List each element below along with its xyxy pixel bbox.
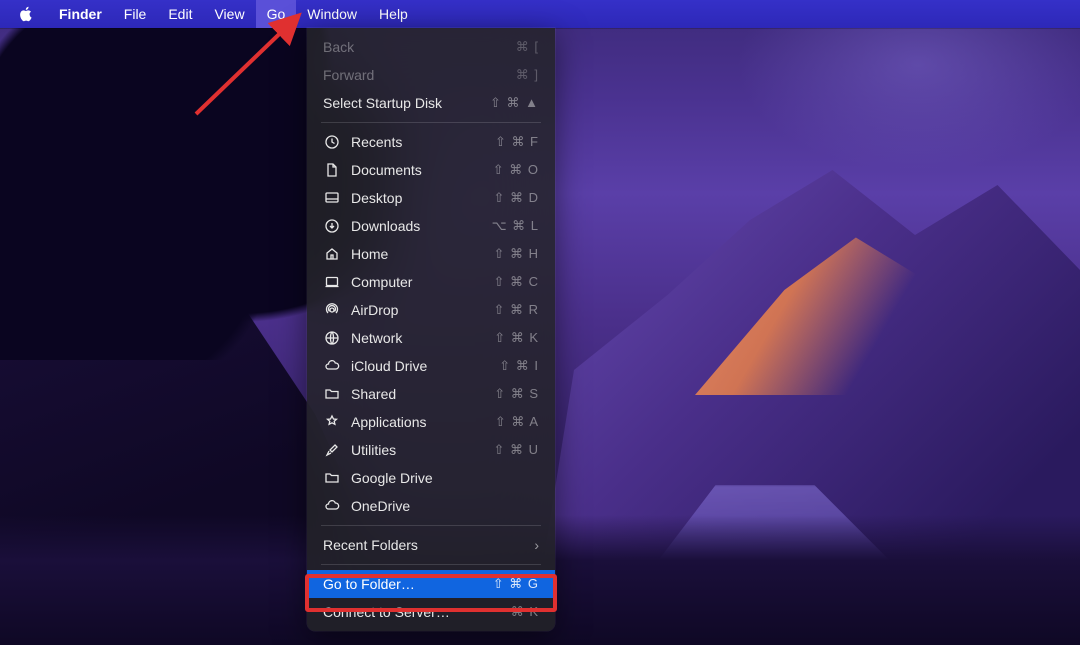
menubar-help[interactable]: Help [368, 0, 419, 28]
menu-shortcut: ⇧ ⌘ A [495, 414, 539, 430]
menu-shortcut: ⌥ ⌘ L [492, 218, 539, 234]
computer-icon [323, 273, 341, 291]
menu-applications[interactable]: Applications ⇧ ⌘ A [307, 408, 555, 436]
menu-google-drive[interactable]: Google Drive [307, 464, 555, 492]
menu-label: Desktop [351, 190, 485, 206]
menu-label: Select Startup Disk [323, 95, 482, 111]
menu-downloads[interactable]: Downloads ⌥ ⌘ L [307, 212, 555, 240]
menu-shortcut: ⇧ ⌘ ▲ [490, 95, 539, 111]
folder-icon [323, 469, 341, 487]
menu-home[interactable]: Home ⇧ ⌘ H [307, 240, 555, 268]
menu-label: Forward [323, 67, 508, 83]
utilities-icon [323, 441, 341, 459]
menu-label: Recent Folders [323, 537, 526, 553]
menu-shared[interactable]: Shared ⇧ ⌘ S [307, 380, 555, 408]
menubar-file[interactable]: File [113, 0, 158, 28]
menu-back[interactable]: Back ⌘ [ [307, 33, 555, 61]
chevron-right-icon: › [534, 537, 539, 553]
menu-label: OneDrive [351, 498, 531, 514]
home-icon [323, 245, 341, 263]
network-icon [323, 329, 341, 347]
menu-label: Recents [351, 134, 487, 150]
menu-shortcut: ⇧ ⌘ F [495, 134, 539, 150]
menu-network[interactable]: Network ⇧ ⌘ K [307, 324, 555, 352]
menu-label: AirDrop [351, 302, 485, 318]
menu-label: Applications [351, 414, 487, 430]
menu-airdrop[interactable]: AirDrop ⇧ ⌘ R [307, 296, 555, 324]
cloud-icon [323, 497, 341, 515]
menu-select-startup-disk[interactable]: Select Startup Disk ⇧ ⌘ ▲ [307, 89, 555, 117]
menu-label: Utilities [351, 442, 485, 458]
menu-label: Network [351, 330, 486, 346]
menu-label: Home [351, 246, 485, 262]
menu-shortcut: ⇧ ⌘ D [493, 190, 539, 206]
go-menu-dropdown: Back ⌘ [ Forward ⌘ ] Select Startup Disk… [307, 28, 555, 631]
menu-separator [321, 122, 541, 123]
folder-icon [323, 385, 341, 403]
menu-forward[interactable]: Forward ⌘ ] [307, 61, 555, 89]
menu-label: Downloads [351, 218, 484, 234]
menu-label: Shared [351, 386, 486, 402]
menu-shortcut: ⇧ ⌘ G [493, 576, 539, 592]
menu-shortcut: ⌘ K [511, 604, 539, 620]
menubar-app-name[interactable]: Finder [48, 0, 113, 28]
menu-shortcut: ⌘ [ [516, 39, 539, 55]
menu-documents[interactable]: Documents ⇧ ⌘ O [307, 156, 555, 184]
menu-separator [321, 525, 541, 526]
menubar-edit[interactable]: Edit [157, 0, 203, 28]
menu-label: Computer [351, 274, 485, 290]
menubar-window[interactable]: Window [296, 0, 368, 28]
menu-go-to-folder[interactable]: Go to Folder… ⇧ ⌘ G [307, 570, 555, 598]
menu-shortcut: ⇧ ⌘ H [493, 246, 539, 262]
menu-shortcut: ⇧ ⌘ O [493, 162, 539, 178]
menu-label: iCloud Drive [351, 358, 491, 374]
menu-label: Connect to Server… [323, 604, 503, 620]
menu-label: Go to Folder… [323, 576, 485, 592]
menu-icloud-drive[interactable]: iCloud Drive ⇧ ⌘ I [307, 352, 555, 380]
menu-recent-folders[interactable]: Recent Folders › [307, 531, 555, 559]
menu-label: Documents [351, 162, 485, 178]
menubar-go[interactable]: Go [256, 0, 297, 28]
menu-desktop[interactable]: Desktop ⇧ ⌘ D [307, 184, 555, 212]
menu-recents[interactable]: Recents ⇧ ⌘ F [307, 128, 555, 156]
menu-shortcut: ⇧ ⌘ S [494, 386, 539, 402]
document-icon [323, 161, 341, 179]
menu-connect-to-server[interactable]: Connect to Server… ⌘ K [307, 598, 555, 626]
menu-onedrive[interactable]: OneDrive [307, 492, 555, 520]
menu-label: Back [323, 39, 508, 55]
menu-shortcut: ⇧ ⌘ U [493, 442, 539, 458]
clock-icon [323, 133, 341, 151]
menu-shortcut: ⇧ ⌘ R [493, 302, 539, 318]
menu-shortcut: ⇧ ⌘ C [493, 274, 539, 290]
menu-shortcut: ⇧ ⌘ K [494, 330, 539, 346]
applications-icon [323, 413, 341, 431]
apple-menu-icon[interactable] [18, 6, 34, 22]
menu-shortcut: ⌘ ] [516, 67, 539, 83]
menu-shortcut: ⇧ ⌘ I [499, 358, 539, 374]
cloud-icon [323, 357, 341, 375]
menubar: Finder File Edit View Go Window Help [0, 0, 1080, 28]
menu-computer[interactable]: Computer ⇧ ⌘ C [307, 268, 555, 296]
desktop-icon [323, 189, 341, 207]
menubar-view[interactable]: View [203, 0, 255, 28]
downloads-icon [323, 217, 341, 235]
menu-separator [321, 564, 541, 565]
airdrop-icon [323, 301, 341, 319]
menu-label: Google Drive [351, 470, 531, 486]
menu-utilities[interactable]: Utilities ⇧ ⌘ U [307, 436, 555, 464]
